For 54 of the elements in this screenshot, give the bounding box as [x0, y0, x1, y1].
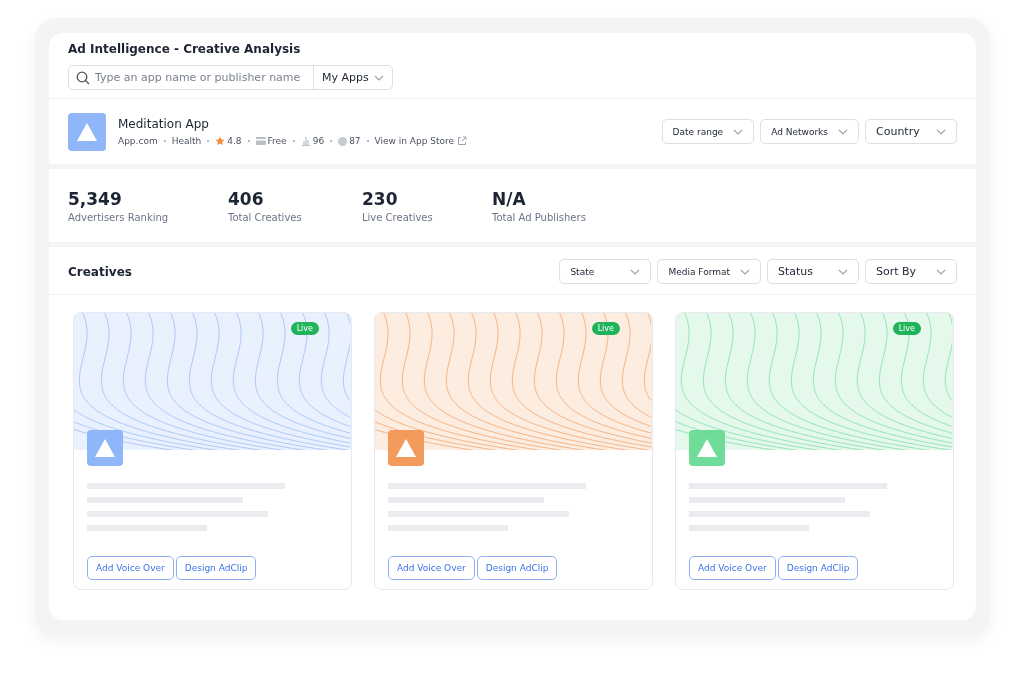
search-field[interactable]: Type an app name or publisher name [69, 66, 314, 89]
stat-value: 406 [228, 188, 265, 209]
filter-dropdown[interactable]: Country [865, 119, 957, 144]
chevron-down-icon [630, 268, 641, 275]
app-logo-icon [87, 430, 123, 466]
circle-icon [338, 136, 348, 146]
stat-label: Live Creatives [362, 211, 434, 223]
chevron-down-icon [838, 268, 848, 275]
stat-label: Total Ad Publishers [492, 211, 586, 223]
action-button[interactable]: Add Voice Over [388, 556, 475, 580]
app-meta-text: App.com [118, 136, 158, 146]
chevron-down-icon [740, 268, 750, 275]
search-icon [76, 70, 90, 85]
stat-value: 230 [362, 188, 399, 209]
app-name: Meditation App [118, 117, 210, 131]
app-rating: 4.8 [227, 136, 242, 146]
app-store-link[interactable]: View in App Store [374, 136, 468, 146]
action-button[interactable]: Design AdClip [777, 556, 859, 580]
chevron-down-icon [936, 128, 946, 135]
action-button[interactable]: Design AdClip [476, 556, 558, 580]
app-rank: 96 [312, 136, 325, 146]
star-icon [215, 136, 226, 146]
app-logo-icon [68, 112, 106, 151]
section-title: Creatives [68, 264, 132, 279]
app-meta-text: Health [171, 136, 202, 146]
chevron-down-icon [733, 128, 744, 135]
action-button[interactable]: Add Voice Over [689, 556, 776, 580]
chevron-down-icon [838, 128, 848, 135]
card-icon [255, 137, 266, 145]
stat-value: N/A [492, 188, 527, 209]
app-logo-icon [689, 430, 725, 466]
stat-label: Total Creatives [228, 211, 303, 223]
action-button[interactable]: Add Voice Over [87, 556, 174, 580]
app-logo-icon [388, 430, 424, 466]
filter-dropdown[interactable]: Media Format [657, 259, 761, 284]
stat-value: 5,349 [68, 188, 123, 209]
page-title: Ad Intelligence - Creative Analysis [68, 42, 302, 56]
chevron-down-icon [373, 74, 384, 81]
status-badge: Live [290, 322, 319, 335]
stat-label: Advertisers Ranking [68, 211, 170, 223]
filter-dropdown[interactable]: Sort By [865, 259, 957, 284]
filter-dropdown[interactable]: Ad Networks [760, 119, 859, 144]
action-button[interactable]: Design AdClip [175, 556, 257, 580]
filter-dropdown[interactable]: Status [767, 259, 859, 284]
filter-dropdown[interactable]: Date range [661, 119, 755, 144]
chevron-down-icon [936, 268, 946, 275]
bar-chart-icon [300, 136, 311, 146]
filter-dropdown[interactable]: State [559, 259, 652, 284]
status-badge: Live [591, 322, 620, 335]
app-price: Free [267, 136, 287, 146]
app-score: 87 [349, 136, 361, 146]
my-apps-dropdown[interactable]: My Apps [314, 66, 392, 89]
status-badge: Live [892, 322, 921, 335]
external-link-icon [457, 136, 468, 146]
